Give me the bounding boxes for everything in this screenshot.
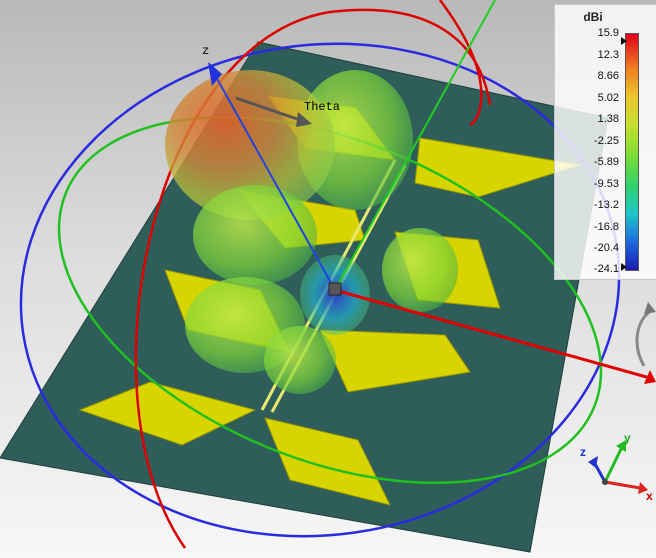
legend-tick: -2.25 (593, 134, 619, 147)
legend-tick: -9.53 (593, 177, 619, 190)
legend-tick: 5.02 (597, 91, 619, 104)
theta-label: Theta (304, 100, 340, 114)
legend-tick: 12.3 (597, 48, 619, 61)
legend-tick: -20.4 (593, 242, 619, 254)
feed-port (328, 282, 342, 296)
orientation-triad[interactable]: x y z (580, 431, 653, 503)
rotate-arrow-icon[interactable] (626, 300, 656, 370)
z-axis-label: z (202, 44, 209, 58)
legend-unit-label: dBi (583, 10, 603, 24)
legend-tick: -16.8 (593, 220, 619, 233)
legend-tick: -5.89 (593, 156, 619, 168)
legend-tick: 15.9 (597, 27, 619, 39)
legend-tick: 8.66 (597, 70, 619, 82)
legend-tick: -13.2 (593, 199, 619, 211)
triad-y-label: y (624, 431, 631, 445)
triad-z-label: z (580, 445, 586, 459)
legend-tick: -24.1 (593, 263, 619, 275)
legend-min-marker (621, 263, 627, 271)
triad-x-label: x (646, 489, 653, 503)
legend-color-bar (625, 33, 639, 271)
legend-tick-column: 15.9 12.3 8.66 5.02 1.38 -2.25 -5.89 -9.… (555, 27, 623, 275)
legend-max-marker (621, 37, 627, 45)
color-scale-legend: dBi 15.9 12.3 8.66 5.02 1.38 -2.25 -5.89… (554, 4, 656, 280)
legend-tick: 1.38 (597, 113, 619, 125)
